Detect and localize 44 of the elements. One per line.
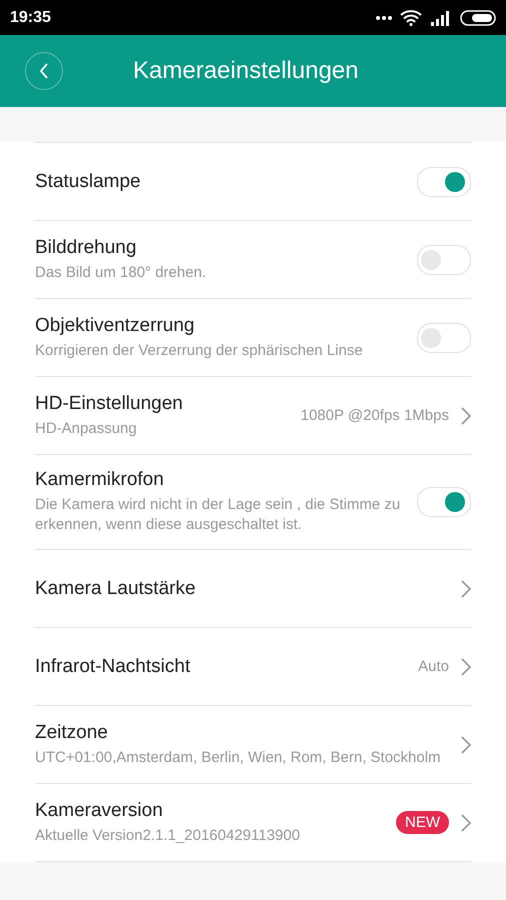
- setting-description: UTC+01:00,Amsterdam, Berlin, Wien, Rom, Bern, Stockholm: [35, 748, 442, 768]
- settings-row[interactable]: HD-Einstellungen HD-Anpassung 1080P @20fps 1Mbps: [35, 376, 471, 454]
- setting-title: Infrarot-Nachtsicht: [35, 656, 192, 678]
- setting-title: Kameraversion: [35, 800, 164, 822]
- setting-title: Objektiventzerrung: [35, 314, 196, 336]
- setting-description: Das Bild um 180° drehen.: [35, 262, 208, 282]
- chevron-right-icon: [461, 658, 471, 676]
- setting-value: Auto: [418, 658, 449, 675]
- chevron-right-icon: [461, 814, 471, 832]
- setting-title: Kamera Lautstärke: [35, 578, 197, 600]
- setting-title: Statuslampe: [35, 170, 142, 192]
- toggle-switch[interactable]: [417, 244, 471, 274]
- setting-title: Kamermikrofon: [35, 469, 165, 491]
- wifi-icon: [400, 10, 422, 26]
- settings-row[interactable]: Kameraversion Aktuelle Version2.1.1_20160429113900 NEW: [35, 783, 471, 862]
- back-icon: [39, 63, 49, 79]
- setting-description: HD-Anpassung: [35, 418, 138, 438]
- chevron-right-icon: [461, 406, 471, 424]
- new-badge: NEW: [396, 811, 449, 834]
- signal-icon: [430, 10, 452, 26]
- settings-row[interactable]: Zeitzone UTC+01:00,Amsterdam, Berlin, Wien, Rom, Bern, Stockholm: [35, 705, 471, 783]
- page-title: Kameraeinstellungen: [133, 57, 358, 85]
- setting-value: 1080P @20fps 1Mbps: [300, 407, 449, 424]
- toggle-switch[interactable]: [417, 166, 471, 196]
- setting-title: Zeitzone: [35, 722, 109, 744]
- settings-row[interactable]: Statuslampe: [35, 142, 471, 220]
- chevron-right-icon: [461, 580, 471, 598]
- status-time: 19:35: [10, 8, 51, 26]
- battery-icon: [460, 10, 496, 26]
- back-button[interactable]: [25, 52, 63, 90]
- more-dots-icon: [376, 16, 392, 20]
- toggle-switch[interactable]: [417, 487, 471, 517]
- settings-row[interactable]: Objektiventzerrung Korrigieren der Verzerrung der sphärischen Linse: [35, 298, 471, 376]
- settings-row[interactable]: Infrarot-Nachtsicht Auto: [35, 627, 471, 705]
- setting-title: Bilddrehung: [35, 236, 138, 258]
- settings-row[interactable]: Kamermikrofon Die Kamera wird nicht in der Lage sein , die Stimme zu erkennen, wenn diese ausgeschaltet ist.: [35, 454, 471, 549]
- setting-description: Die Kamera wird nicht in der Lage sein , die Stimme zu erkennen, wenn diese ausgeschaltet ist.: [35, 495, 402, 535]
- toggle-switch[interactable]: [417, 322, 471, 352]
- chevron-right-icon: [461, 736, 471, 754]
- setting-description: Korrigieren der Verzerrung der sphärischen Linse: [35, 340, 364, 360]
- settings-row[interactable]: Kamera Lautstärke: [35, 549, 471, 627]
- setting-description: Aktuelle Version2.1.1_20160429113900: [35, 826, 301, 846]
- settings-row[interactable]: Bilddrehung Das Bild um 180° drehen.: [35, 220, 471, 298]
- setting-title: HD-Einstellungen: [35, 392, 184, 414]
